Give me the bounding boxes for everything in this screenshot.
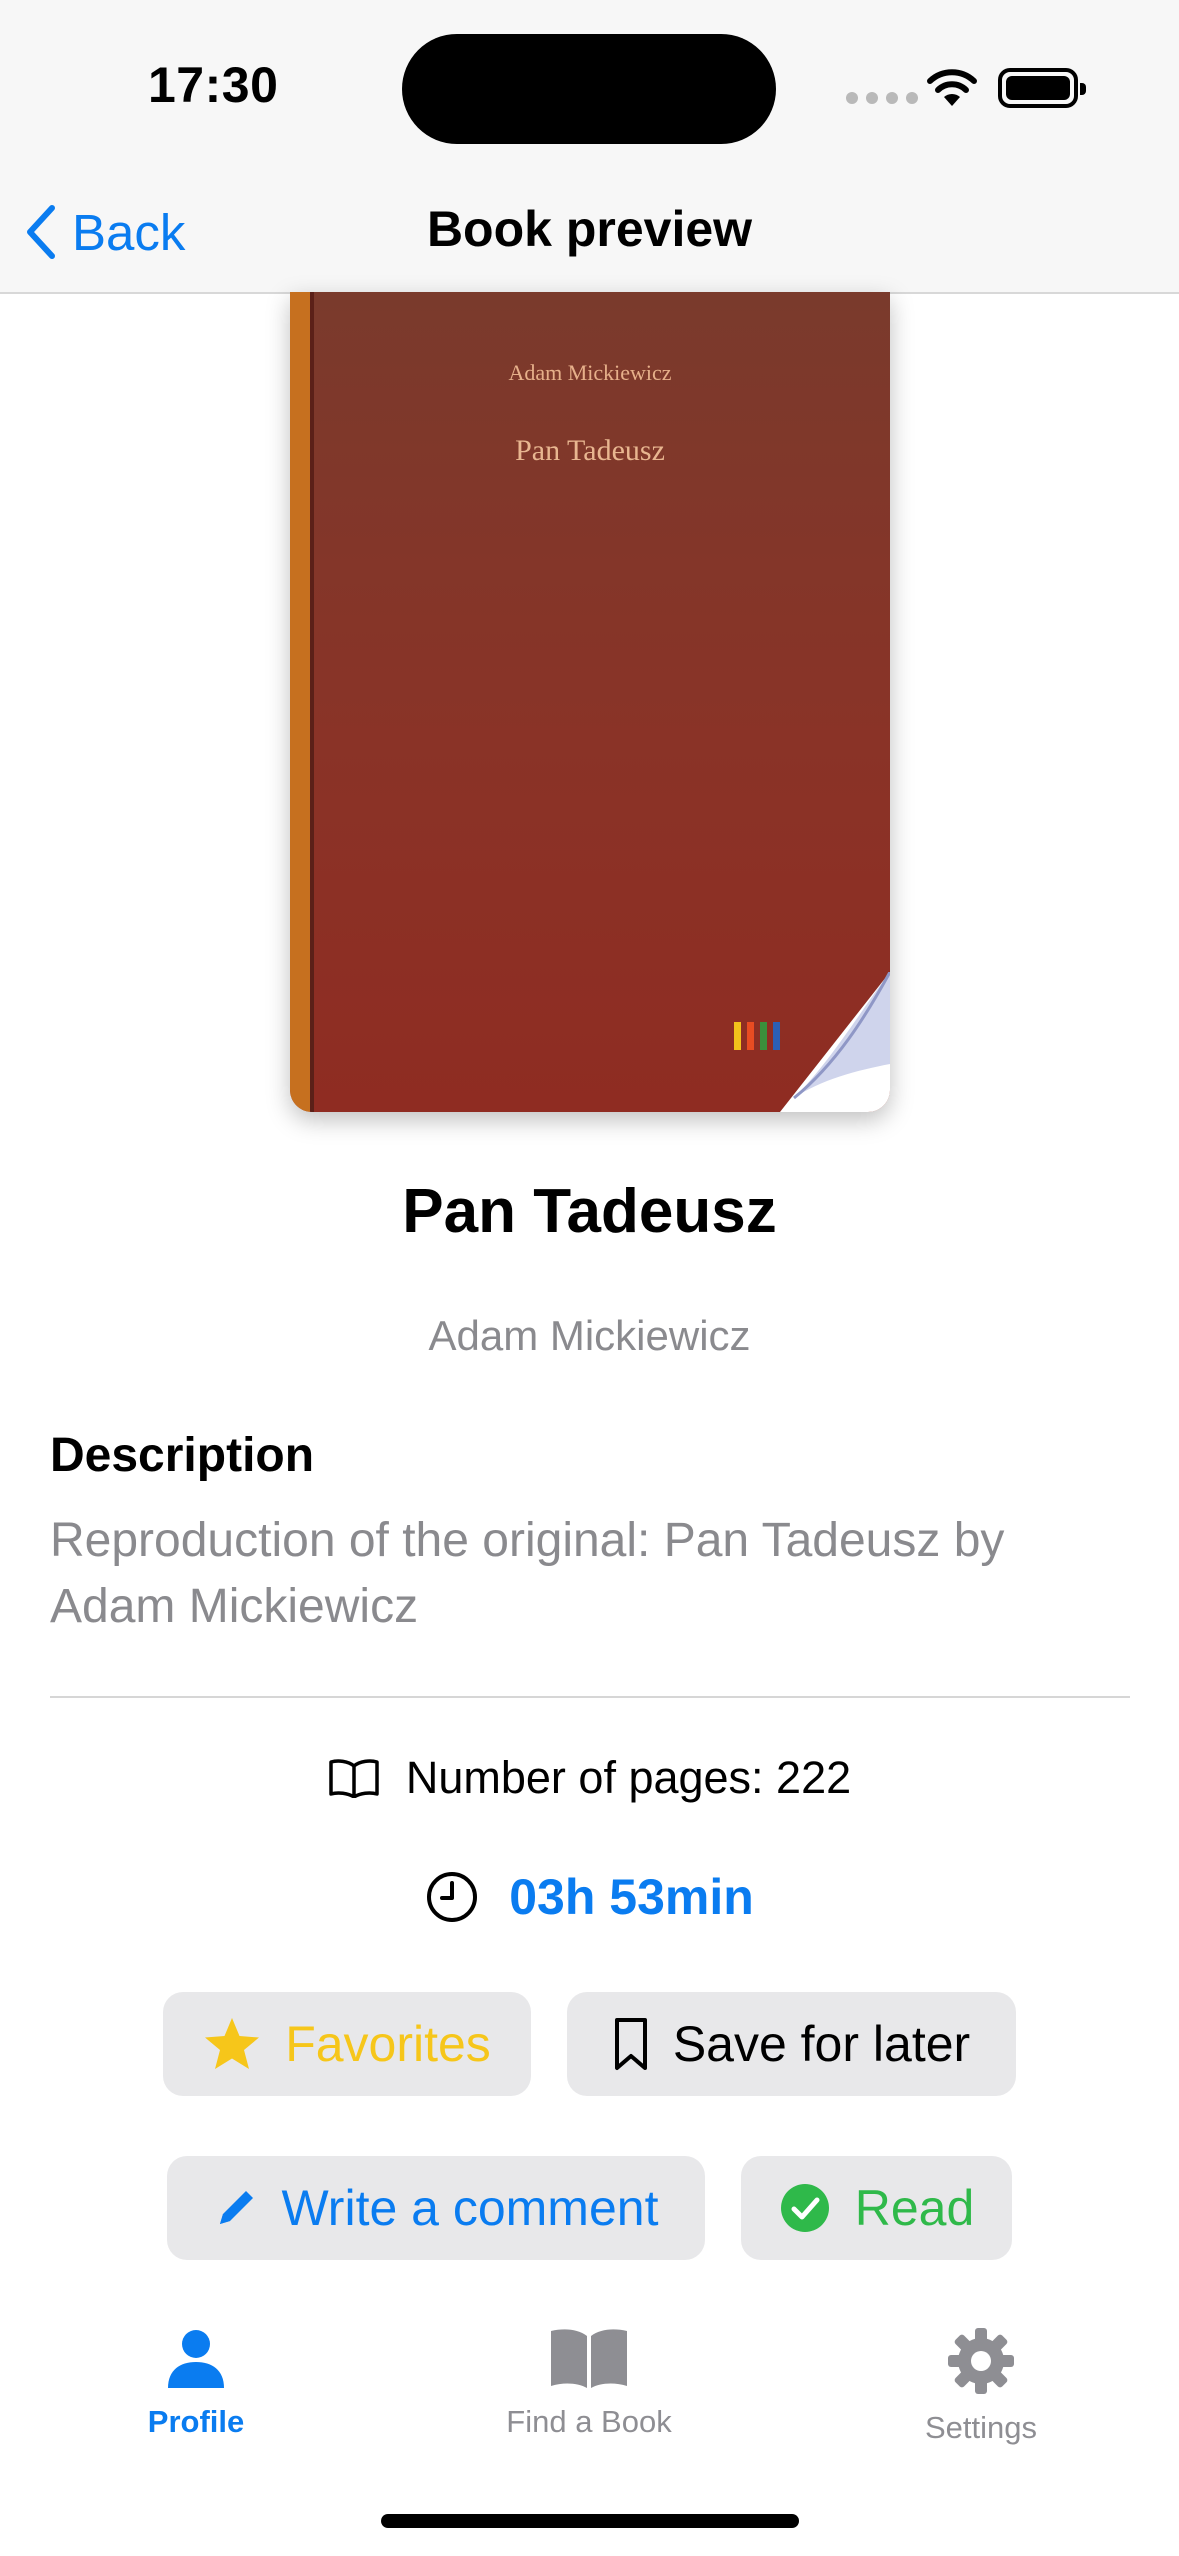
book-author: Adam Mickiewicz — [428, 1312, 751, 1359]
reading-time-text: 03h 53min — [509, 1869, 754, 1925]
star-icon — [205, 2018, 260, 2069]
checkmark-circle-icon — [780, 2184, 829, 2232]
tab-settings[interactable]: Settings — [851, 2326, 1111, 2446]
bookmark-icon — [614, 2018, 647, 2070]
tab-profile[interactable]: Profile — [66, 2326, 326, 2440]
wifi-icon — [927, 69, 977, 106]
status-bar: 17:30 — [0, 0, 1179, 170]
page-count: Number of pages: 222 — [0, 1752, 1179, 1804]
person-icon — [168, 2330, 224, 2388]
book-icon — [551, 2329, 627, 2388]
favorites-button[interactable]: Favorites — [163, 1992, 531, 2096]
page-curl-icon — [780, 972, 890, 1112]
pencil-icon — [219, 2191, 253, 2224]
dynamic-island — [402, 34, 776, 144]
write-comment-label: Write a comment — [281, 2180, 659, 2236]
cellular-icon — [846, 92, 918, 104]
write-comment-button[interactable]: Write a comment — [167, 2156, 705, 2260]
cover-author: Adam Mickiewicz — [508, 360, 672, 385]
status-time: 17:30 — [148, 57, 279, 113]
favorites-label: Favorites — [285, 2016, 491, 2072]
description-text: Reproduction of the original: Pan Tadeus… — [50, 1514, 1005, 1633]
page-title: Book preview — [426, 201, 753, 257]
read-label: Read — [854, 2180, 975, 2236]
tab-find-a-book[interactable]: Find a Book — [459, 2326, 719, 2440]
navigation-bar: Back Book preview — [0, 170, 1179, 294]
battery-icon — [998, 68, 1086, 108]
read-button[interactable]: Read — [741, 2156, 1012, 2260]
book-cover-image: Adam Mickiewicz Pan Tadeusz — [290, 292, 890, 1112]
screen: 17:30 Back Book preview Adam Mickiewicz … — [0, 0, 1179, 2556]
page-count-text: Number of pages: 222 — [405, 1752, 852, 1803]
tab-find-a-book-label: Find a Book — [506, 2404, 672, 2439]
tab-settings-label: Settings — [924, 2410, 1037, 2445]
home-indicator[interactable] — [381, 2514, 799, 2528]
tab-profile-label: Profile — [147, 2404, 245, 2439]
divider — [50, 1696, 1130, 1698]
clock-icon — [427, 1872, 478, 1922]
book-title: Pan Tadeusz — [402, 1177, 777, 1246]
save-for-later-label: Save for later — [672, 2016, 971, 2072]
description-heading: Description — [50, 1429, 315, 1482]
reading-time: 03h 53min — [0, 1868, 1179, 1926]
open-book-icon — [329, 1759, 379, 1798]
save-for-later-button[interactable]: Save for later — [567, 1992, 1016, 2096]
cover-title: Pan Tadeusz — [515, 434, 665, 467]
cover-spine — [290, 292, 310, 1112]
publisher-logo — [734, 1022, 780, 1050]
gear-icon — [948, 2328, 1014, 2394]
